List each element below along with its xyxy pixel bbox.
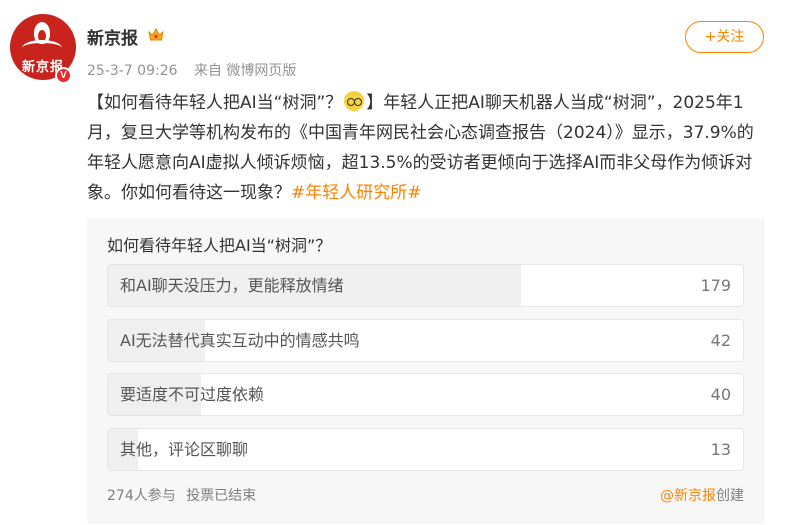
post-meta: 25-3-7 09:26 来自 微博网页版 xyxy=(87,60,304,80)
verified-badge-icon: V xyxy=(55,67,72,84)
poll-footer: 274人参与 投票已结束 xyxy=(107,485,262,505)
poll-option-count: 13 xyxy=(710,440,731,459)
poll-option-label: 其他，评论区聊聊 xyxy=(120,440,249,459)
poll-option[interactable]: 其他，评论区聊聊 13 xyxy=(107,428,744,471)
poll-creator: @新京报创建 xyxy=(660,485,744,505)
poll-option-label: 和AI聊天没压力，更能释放情绪 xyxy=(120,276,344,295)
poll-option[interactable]: 要适度不可过度依赖 40 xyxy=(107,373,744,416)
poll-option[interactable]: 和AI聊天没压力，更能释放情绪 179 xyxy=(107,264,744,307)
crown-icon xyxy=(148,28,164,41)
poll-participants: 274人参与 xyxy=(107,488,176,504)
post-text-part1: 【如何看待年轻人把AI当“树洞”？ xyxy=(87,93,343,113)
post-source: 来自 微博网页版 xyxy=(193,63,297,79)
poll-option-label: AI无法替代真实互动中的情感共鸣 xyxy=(120,331,360,350)
poll-question: 如何看待年轻人把AI当“树洞”？ xyxy=(107,236,332,255)
poll-option-label: 要适度不可过度依赖 xyxy=(120,385,265,404)
username[interactable]: 新京报 xyxy=(87,24,138,49)
poll-option[interactable]: AI无法替代真实互动中的情感共鸣 42 xyxy=(107,319,744,362)
poll-creator-suffix: 创建 xyxy=(716,488,744,504)
poll-option-count: 179 xyxy=(700,276,731,295)
glasses-emoji-icon xyxy=(344,91,365,111)
poll-creator-link[interactable]: 新京报 xyxy=(674,488,716,504)
timestamp[interactable]: 25-3-7 09:26 xyxy=(87,63,178,79)
poll-option-count: 42 xyxy=(710,331,731,350)
poll-option-count: 40 xyxy=(710,385,731,404)
post-content: 【如何看待年轻人把AI当“树洞”？ 】年轻人正把AI聊天机器人当成“树洞”，202… xyxy=(87,88,767,208)
poll-status: 投票已结束 xyxy=(186,488,257,504)
hashtag-link[interactable]: #年轻人研究所# xyxy=(291,183,422,203)
follow-button[interactable]: +关注 xyxy=(685,21,764,53)
poll-card: 如何看待年轻人把AI当“树洞”？ 和AI聊天没压力，更能释放情绪 179 AI无… xyxy=(87,218,765,524)
poll-creator-prefix[interactable]: @ xyxy=(660,488,674,504)
